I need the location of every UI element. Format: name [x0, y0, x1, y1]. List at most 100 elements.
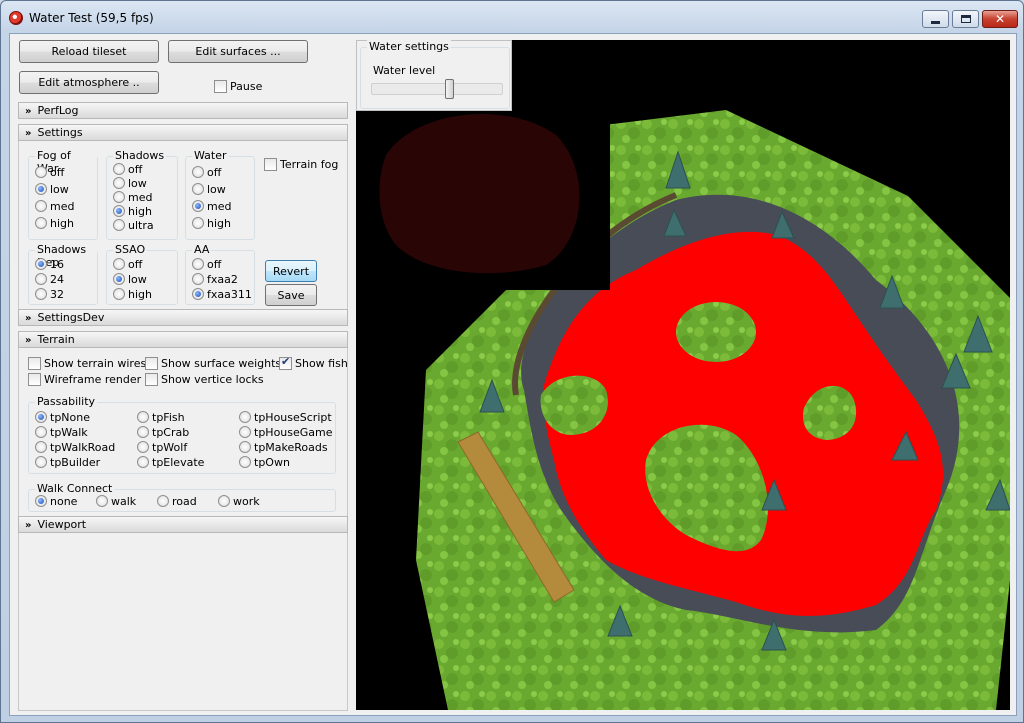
water-radio[interactable]	[192, 200, 204, 212]
water-radio[interactable]	[192, 183, 204, 195]
shadows-depth-radio[interactable]	[35, 273, 47, 285]
maximize-button[interactable]	[952, 10, 979, 28]
minimize-button[interactable]	[922, 10, 949, 28]
walk-connect-option[interactable]: none	[35, 495, 77, 508]
section-viewport[interactable]: » Viewport	[18, 516, 348, 533]
water-radio[interactable]	[192, 166, 204, 178]
shadows-radio[interactable]	[113, 219, 125, 231]
aa-radio[interactable]	[192, 258, 204, 270]
ssao-radio[interactable]	[113, 258, 125, 270]
pause-checkbox-row[interactable]: Pause	[214, 79, 262, 93]
walk-connect-radio[interactable]	[96, 495, 108, 507]
passability-radio[interactable]	[137, 456, 149, 468]
water-option[interactable]: off	[192, 166, 221, 179]
fog-of-war-radio[interactable]	[35, 200, 47, 212]
passability-radio[interactable]	[239, 456, 251, 468]
water-level-slider[interactable]	[371, 79, 503, 99]
fog-of-war-radio[interactable]	[35, 217, 47, 229]
shadows-depth-radio[interactable]	[35, 288, 47, 300]
passability-option[interactable]: tpWalkRoad	[35, 441, 115, 454]
fog-of-war-option[interactable]: high	[35, 217, 74, 230]
reload-tileset-button[interactable]: Reload tileset	[19, 40, 159, 63]
terrain-fog-checkbox[interactable]	[264, 157, 277, 171]
edit-surfaces-button[interactable]: Edit surfaces ...	[168, 40, 308, 63]
show-terrain-wires-row[interactable]: Show terrain wires	[28, 356, 146, 370]
show-vertice-locks-row[interactable]: Show vertice locks	[145, 372, 264, 386]
shadows-option[interactable]: off	[113, 163, 142, 176]
ssao-option[interactable]: low	[113, 273, 147, 286]
walk-connect-option[interactable]: walk	[96, 495, 136, 508]
shadows-radio[interactable]	[113, 191, 125, 203]
aa-radio[interactable]	[192, 288, 204, 300]
passability-option[interactable]: tpCrab	[137, 426, 189, 439]
passability-option[interactable]: tpBuilder	[35, 456, 100, 469]
passability-option[interactable]: tpWalk	[35, 426, 88, 439]
show-fish-checkbox[interactable]	[279, 355, 292, 370]
wireframe-render-checkbox[interactable]	[28, 372, 41, 386]
shadows-option[interactable]: high	[113, 205, 152, 218]
aa-radio[interactable]	[192, 273, 204, 285]
water-radio[interactable]	[192, 217, 204, 229]
passability-option[interactable]: tpElevate	[137, 456, 204, 469]
water-level-slider-thumb[interactable]	[445, 79, 454, 99]
aa-option[interactable]: fxaa2	[192, 273, 238, 286]
shadows-radio[interactable]	[113, 177, 125, 189]
passability-radio[interactable]	[239, 426, 251, 438]
passability-radio[interactable]	[137, 426, 149, 438]
shadows-depth-option[interactable]: 16	[35, 258, 64, 271]
shadows-option[interactable]: ultra	[113, 219, 154, 232]
revert-button[interactable]: Revert	[265, 260, 317, 282]
pause-checkbox[interactable]	[214, 79, 227, 93]
fog-of-war-option[interactable]: low	[35, 183, 69, 196]
shadows-option[interactable]: med	[113, 191, 152, 204]
section-perflog[interactable]: » PerfLog	[18, 102, 348, 119]
passability-radio[interactable]	[35, 426, 47, 438]
passability-option[interactable]: tpHouseGame	[239, 426, 333, 439]
passability-radio[interactable]	[35, 441, 47, 453]
save-button[interactable]: Save	[265, 284, 317, 306]
shadows-option[interactable]: low	[113, 177, 147, 190]
walk-connect-radio[interactable]	[157, 495, 169, 507]
passability-option[interactable]: tpOwn	[239, 456, 290, 469]
passability-option[interactable]: tpMakeRoads	[239, 441, 328, 454]
show-vertice-locks-checkbox[interactable]	[145, 372, 158, 386]
passability-radio[interactable]	[35, 456, 47, 468]
show-surface-weights-row[interactable]: Show surface weights	[145, 356, 281, 370]
ssao-option[interactable]: off	[113, 258, 142, 271]
show-fish-row[interactable]: Show fish	[279, 355, 348, 370]
walk-connect-radio[interactable]	[35, 495, 47, 507]
section-terrain[interactable]: » Terrain	[18, 331, 348, 348]
passability-option[interactable]: tpNone	[35, 411, 90, 424]
show-surface-weights-checkbox[interactable]	[145, 356, 158, 370]
close-button[interactable]: ✕	[982, 10, 1018, 28]
ssao-radio[interactable]	[113, 288, 125, 300]
fog-of-war-option[interactable]: med	[35, 200, 74, 213]
fog-of-war-radio[interactable]	[35, 166, 47, 178]
passability-option[interactable]: tpHouseScript	[239, 411, 332, 424]
section-settingsdev[interactable]: » SettingsDev	[18, 309, 348, 326]
passability-option[interactable]: tpFish	[137, 411, 185, 424]
ssao-radio[interactable]	[113, 273, 125, 285]
show-terrain-wires-checkbox[interactable]	[28, 356, 41, 370]
shadows-depth-option[interactable]: 32	[35, 288, 64, 301]
render-viewport[interactable]: Water settings Water level	[356, 40, 1010, 710]
water-option[interactable]: med	[192, 200, 231, 213]
aa-option[interactable]: fxaa311	[192, 288, 252, 301]
passability-radio[interactable]	[137, 411, 149, 423]
passability-radio[interactable]	[239, 441, 251, 453]
water-option[interactable]: high	[192, 217, 231, 230]
passability-option[interactable]: tpWolf	[137, 441, 187, 454]
water-option[interactable]: low	[192, 183, 226, 196]
passability-radio[interactable]	[35, 411, 47, 423]
passability-radio[interactable]	[137, 441, 149, 453]
shadows-depth-option[interactable]: 24	[35, 273, 64, 286]
ssao-option[interactable]: high	[113, 288, 152, 301]
wireframe-render-row[interactable]: Wireframe render	[28, 372, 141, 386]
fog-of-war-radio[interactable]	[35, 183, 47, 195]
aa-option[interactable]: off	[192, 258, 221, 271]
section-settings[interactable]: » Settings	[18, 124, 348, 141]
edit-atmosphere-button[interactable]: Edit atmosphere ..	[19, 71, 159, 94]
title-bar[interactable]: Water Test (59,5 fps) ✕	[1, 1, 1023, 33]
passability-radio[interactable]	[239, 411, 251, 423]
shadows-depth-radio[interactable]	[35, 258, 47, 270]
